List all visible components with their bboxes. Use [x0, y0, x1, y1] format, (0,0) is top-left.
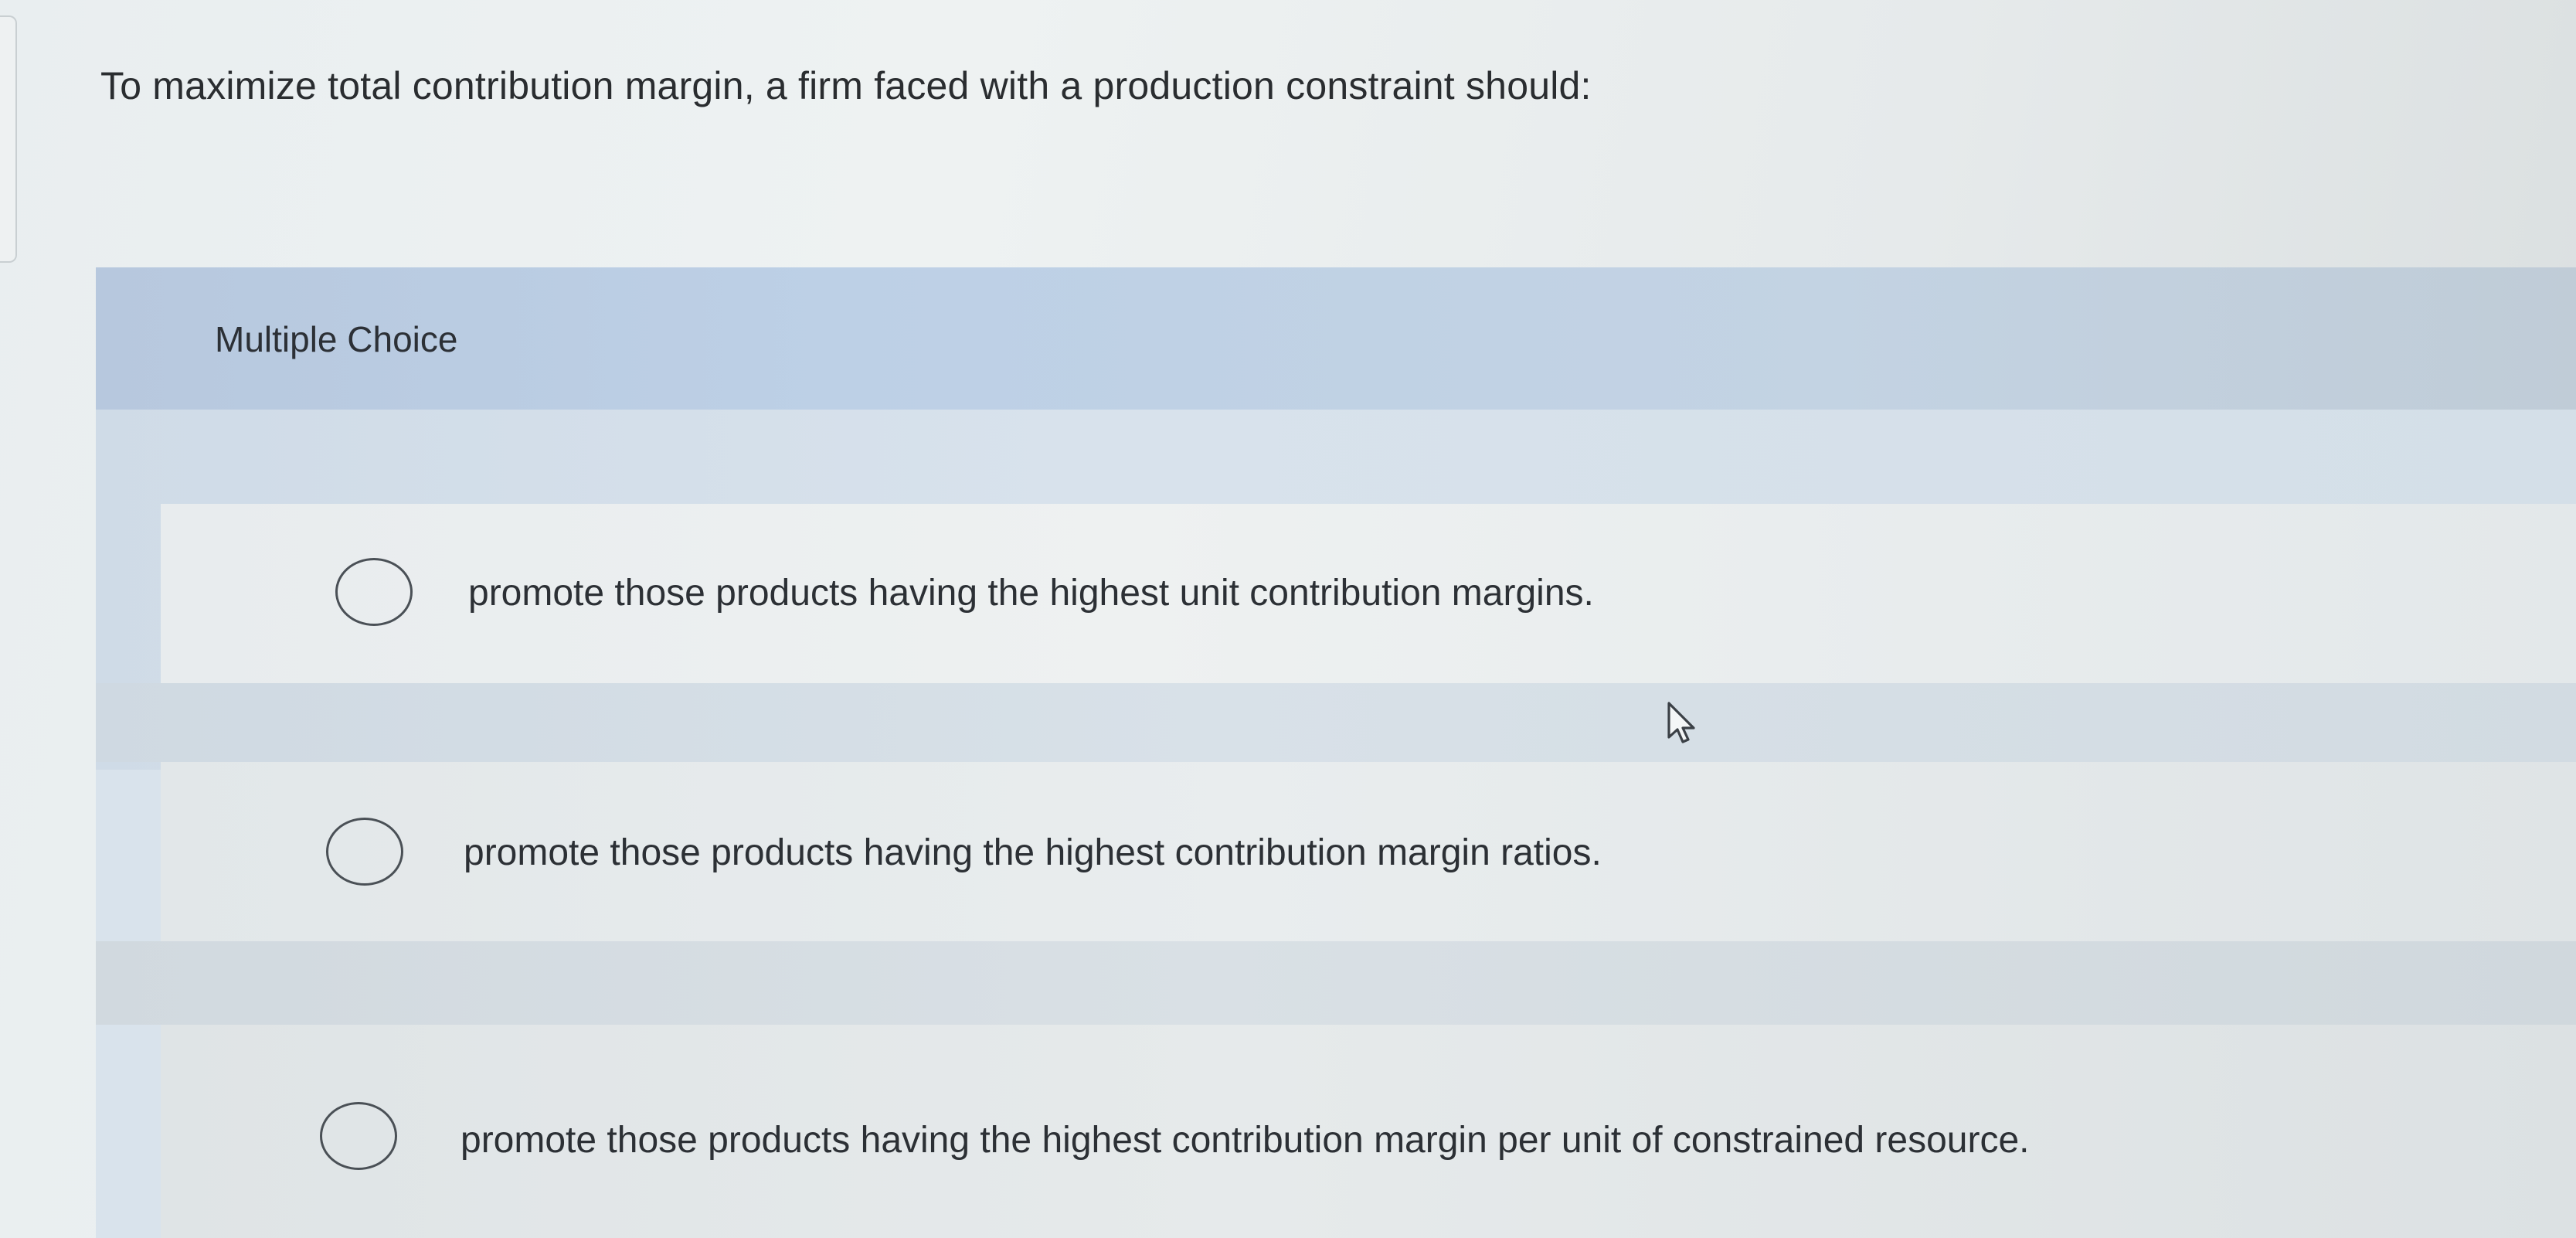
answer-option-1[interactable]: promote those products having the highes… — [161, 504, 2576, 683]
mouse-pointer-icon — [1667, 702, 1695, 743]
option-divider — [96, 941, 2576, 1025]
answer-option-3[interactable]: promote those products having the highes… — [161, 1025, 2576, 1238]
quiz-page: To maximize total contribution margin, a… — [0, 0, 2576, 1238]
answer-option-2[interactable]: promote those products having the highes… — [161, 762, 2576, 941]
answer-option-text: promote those products having the highes… — [460, 1120, 2030, 1161]
left-panel-edge — [0, 15, 17, 263]
radio-button-unchecked-icon[interactable] — [320, 1102, 397, 1170]
multiple-choice-section: Multiple Choice promote those products h… — [96, 267, 2576, 1238]
radio-button-unchecked-icon[interactable] — [326, 818, 403, 886]
option-divider — [96, 683, 2576, 762]
question-text: To maximize total contribution margin, a… — [100, 64, 1592, 107]
answer-option-text: promote those products having the highes… — [468, 573, 1594, 614]
multiple-choice-header: Multiple Choice — [96, 267, 2576, 410]
answer-option-text: promote those products having the highes… — [464, 832, 1602, 873]
multiple-choice-label: Multiple Choice — [215, 319, 458, 359]
radio-button-unchecked-icon[interactable] — [335, 558, 413, 626]
